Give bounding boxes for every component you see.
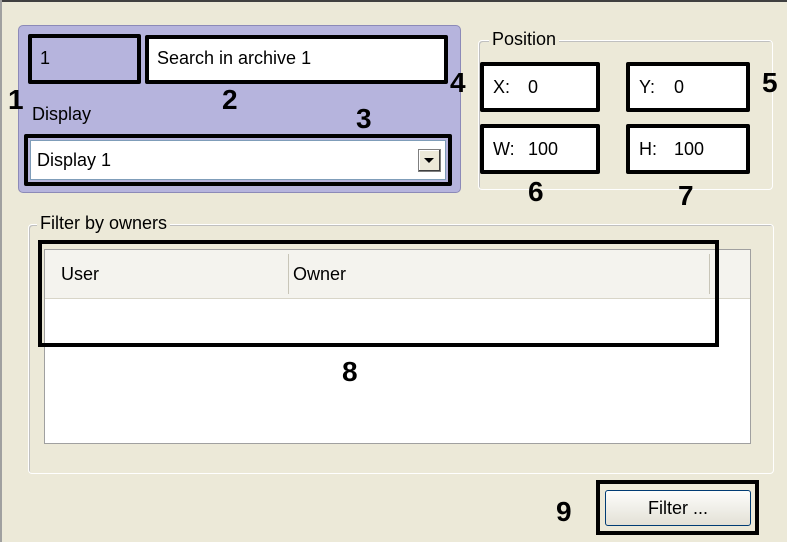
display-label: Display <box>32 104 92 124</box>
object-id-value: 1 <box>40 48 51 68</box>
window-left-edge <box>0 0 2 542</box>
w-field[interactable]: W: 100 <box>480 124 600 174</box>
filter-by-owners-label: Filter by owners <box>37 213 171 234</box>
marker-6: 6 <box>528 176 544 207</box>
h-prefix: H: <box>639 139 657 159</box>
h-value: 100 <box>674 139 705 160</box>
object-id-field[interactable]: 1 <box>28 34 141 84</box>
chevron-down-icon[interactable] <box>418 149 441 172</box>
marker-4: 4 <box>450 67 466 98</box>
marker-2: 2 <box>222 84 238 115</box>
w-prefix: W: <box>493 139 515 159</box>
x-field[interactable]: X: 0 <box>480 62 600 112</box>
marker-3: 3 <box>356 103 372 134</box>
position-label: Position <box>489 29 560 50</box>
marker-8: 8 <box>342 356 358 387</box>
marker-9: 9 <box>556 496 572 527</box>
marker-5: 5 <box>762 67 778 98</box>
marker-7: 7 <box>678 180 694 211</box>
object-name-field[interactable]: Search in archive 1 <box>145 35 448 84</box>
display-select-value: Display 1 <box>37 150 112 170</box>
y-prefix: Y: <box>639 77 656 97</box>
y-field[interactable]: Y: 0 <box>626 62 750 112</box>
h-field[interactable]: H: 100 <box>626 124 750 174</box>
w-value: 100 <box>528 139 559 160</box>
object-name-value: Search in archive 1 <box>157 48 312 68</box>
y-value: 0 <box>674 77 685 98</box>
x-prefix: X: <box>493 77 511 97</box>
window-top-edge <box>0 0 787 2</box>
marker-1: 1 <box>8 84 24 115</box>
owners-table-highlight <box>38 240 719 347</box>
x-value: 0 <box>528 77 539 98</box>
display-select[interactable]: Display 1 <box>30 140 446 180</box>
filter-button[interactable]: Filter ... <box>605 490 751 526</box>
